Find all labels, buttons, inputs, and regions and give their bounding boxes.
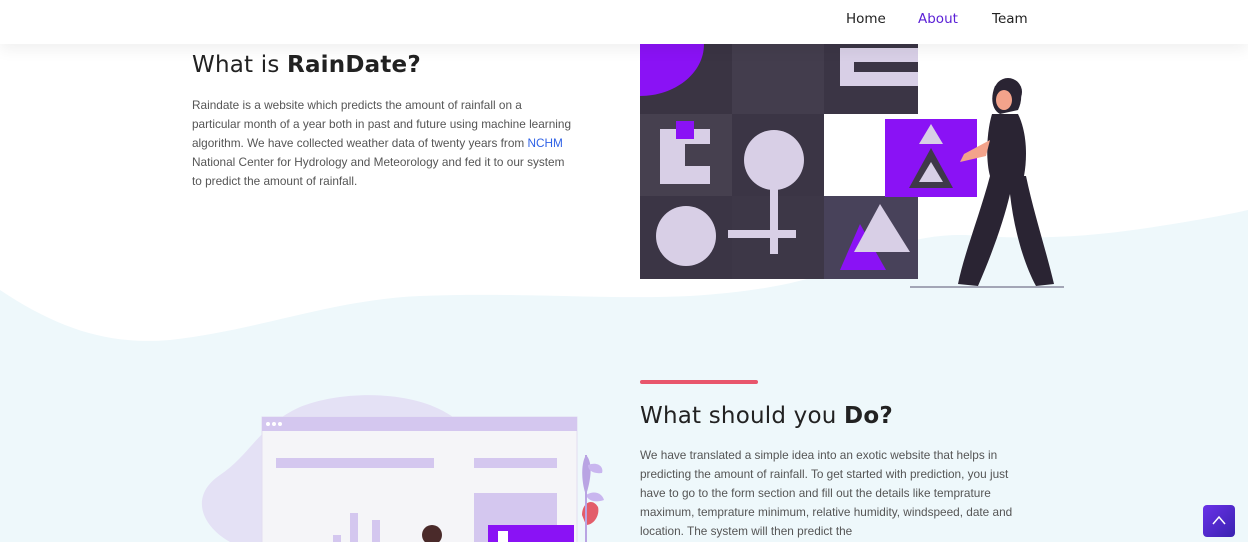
scroll-to-top-button[interactable] (1203, 505, 1235, 537)
about-body-end: National Center for Hydrology and Meteor… (192, 155, 565, 188)
about-body-start: Raindate is a website which predicts the… (192, 98, 572, 150)
nchm-link[interactable]: NCHM (528, 136, 563, 150)
todo-title: What should you Do? (640, 403, 893, 429)
todo-description: We have translated a simple idea into an… (640, 448, 1013, 538)
nav-item-team[interactable]: Team (992, 11, 1028, 27)
nav-item-home[interactable]: Home (846, 11, 886, 27)
about-title-bold: RainDate? (287, 52, 421, 78)
shapes-grid-illustration (640, 44, 1064, 288)
nav-item-about[interactable]: About (918, 11, 958, 27)
chevron-up-icon (1212, 515, 1226, 525)
about-title-prefix: What is (192, 52, 288, 78)
todo-title-prefix: What should you (640, 403, 845, 429)
todo-title-bold: Do? (844, 403, 893, 429)
browser-window-illustration (201, 395, 604, 542)
about-description: Raindate is a website which predicts the… (192, 96, 572, 191)
section-accent-bar (640, 380, 758, 384)
top-navigation: Home About Team (0, 0, 1248, 44)
about-title: What is RainDate? (192, 52, 421, 78)
